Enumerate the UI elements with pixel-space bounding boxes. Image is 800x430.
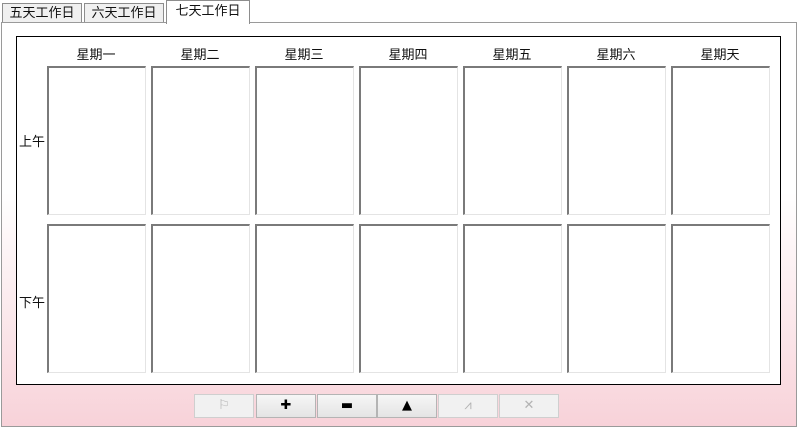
- triangle-up-icon: ▲: [402, 398, 412, 413]
- schedule-cell-thursday-am[interactable]: [359, 66, 458, 215]
- close-icon: ✕: [523, 398, 535, 413]
- remove-button[interactable]: ▬: [317, 394, 377, 418]
- minus-icon: ▬: [340, 398, 354, 413]
- plus-icon: ✚: [280, 398, 292, 413]
- schedule-cell-thursday-pm[interactable]: [359, 224, 458, 373]
- schedule-cell-monday-am[interactable]: [47, 66, 146, 215]
- day-header-saturday: 星期六: [596, 48, 636, 63]
- day-header-sunday: 星期天: [700, 48, 740, 63]
- tab-five-day[interactable]: 五天工作日: [2, 3, 82, 23]
- schedule-cell-saturday-pm[interactable]: [567, 224, 666, 373]
- day-header-monday: 星期一: [76, 48, 116, 63]
- day-header-tuesday: 星期二: [180, 48, 220, 63]
- add-button[interactable]: ✚: [256, 394, 316, 418]
- day-header-wednesday: 星期三: [284, 48, 324, 63]
- tab-seven-day[interactable]: 七天工作日: [166, 0, 250, 24]
- schedule-cell-sunday-am[interactable]: [671, 66, 770, 215]
- tab-six-day[interactable]: 六天工作日: [84, 3, 164, 23]
- day-header-thursday: 星期四: [388, 48, 428, 63]
- period-label-afternoon: 下午: [19, 296, 46, 311]
- flag-button[interactable]: ⚐: [194, 394, 254, 418]
- schedule-cell-friday-pm[interactable]: [463, 224, 562, 373]
- schedule-cell-tuesday-am[interactable]: [151, 66, 250, 215]
- chart-button[interactable]: ⩘: [438, 394, 498, 418]
- flag-icon: ⚐: [218, 398, 230, 413]
- schedule-cell-wednesday-pm[interactable]: [255, 224, 354, 373]
- period-label-morning: 上午: [19, 135, 46, 150]
- up-button[interactable]: ▲: [377, 394, 437, 418]
- line-chart-icon: ⩘: [464, 398, 472, 413]
- schedule-cell-friday-am[interactable]: [463, 66, 562, 215]
- clear-button[interactable]: ✕: [499, 394, 559, 418]
- schedule-cell-tuesday-pm[interactable]: [151, 224, 250, 373]
- schedule-cell-wednesday-am[interactable]: [255, 66, 354, 215]
- schedule-cell-saturday-am[interactable]: [567, 66, 666, 215]
- schedule-cell-sunday-pm[interactable]: [671, 224, 770, 373]
- schedule-cell-monday-pm[interactable]: [47, 224, 146, 373]
- day-header-friday: 星期五: [492, 48, 532, 63]
